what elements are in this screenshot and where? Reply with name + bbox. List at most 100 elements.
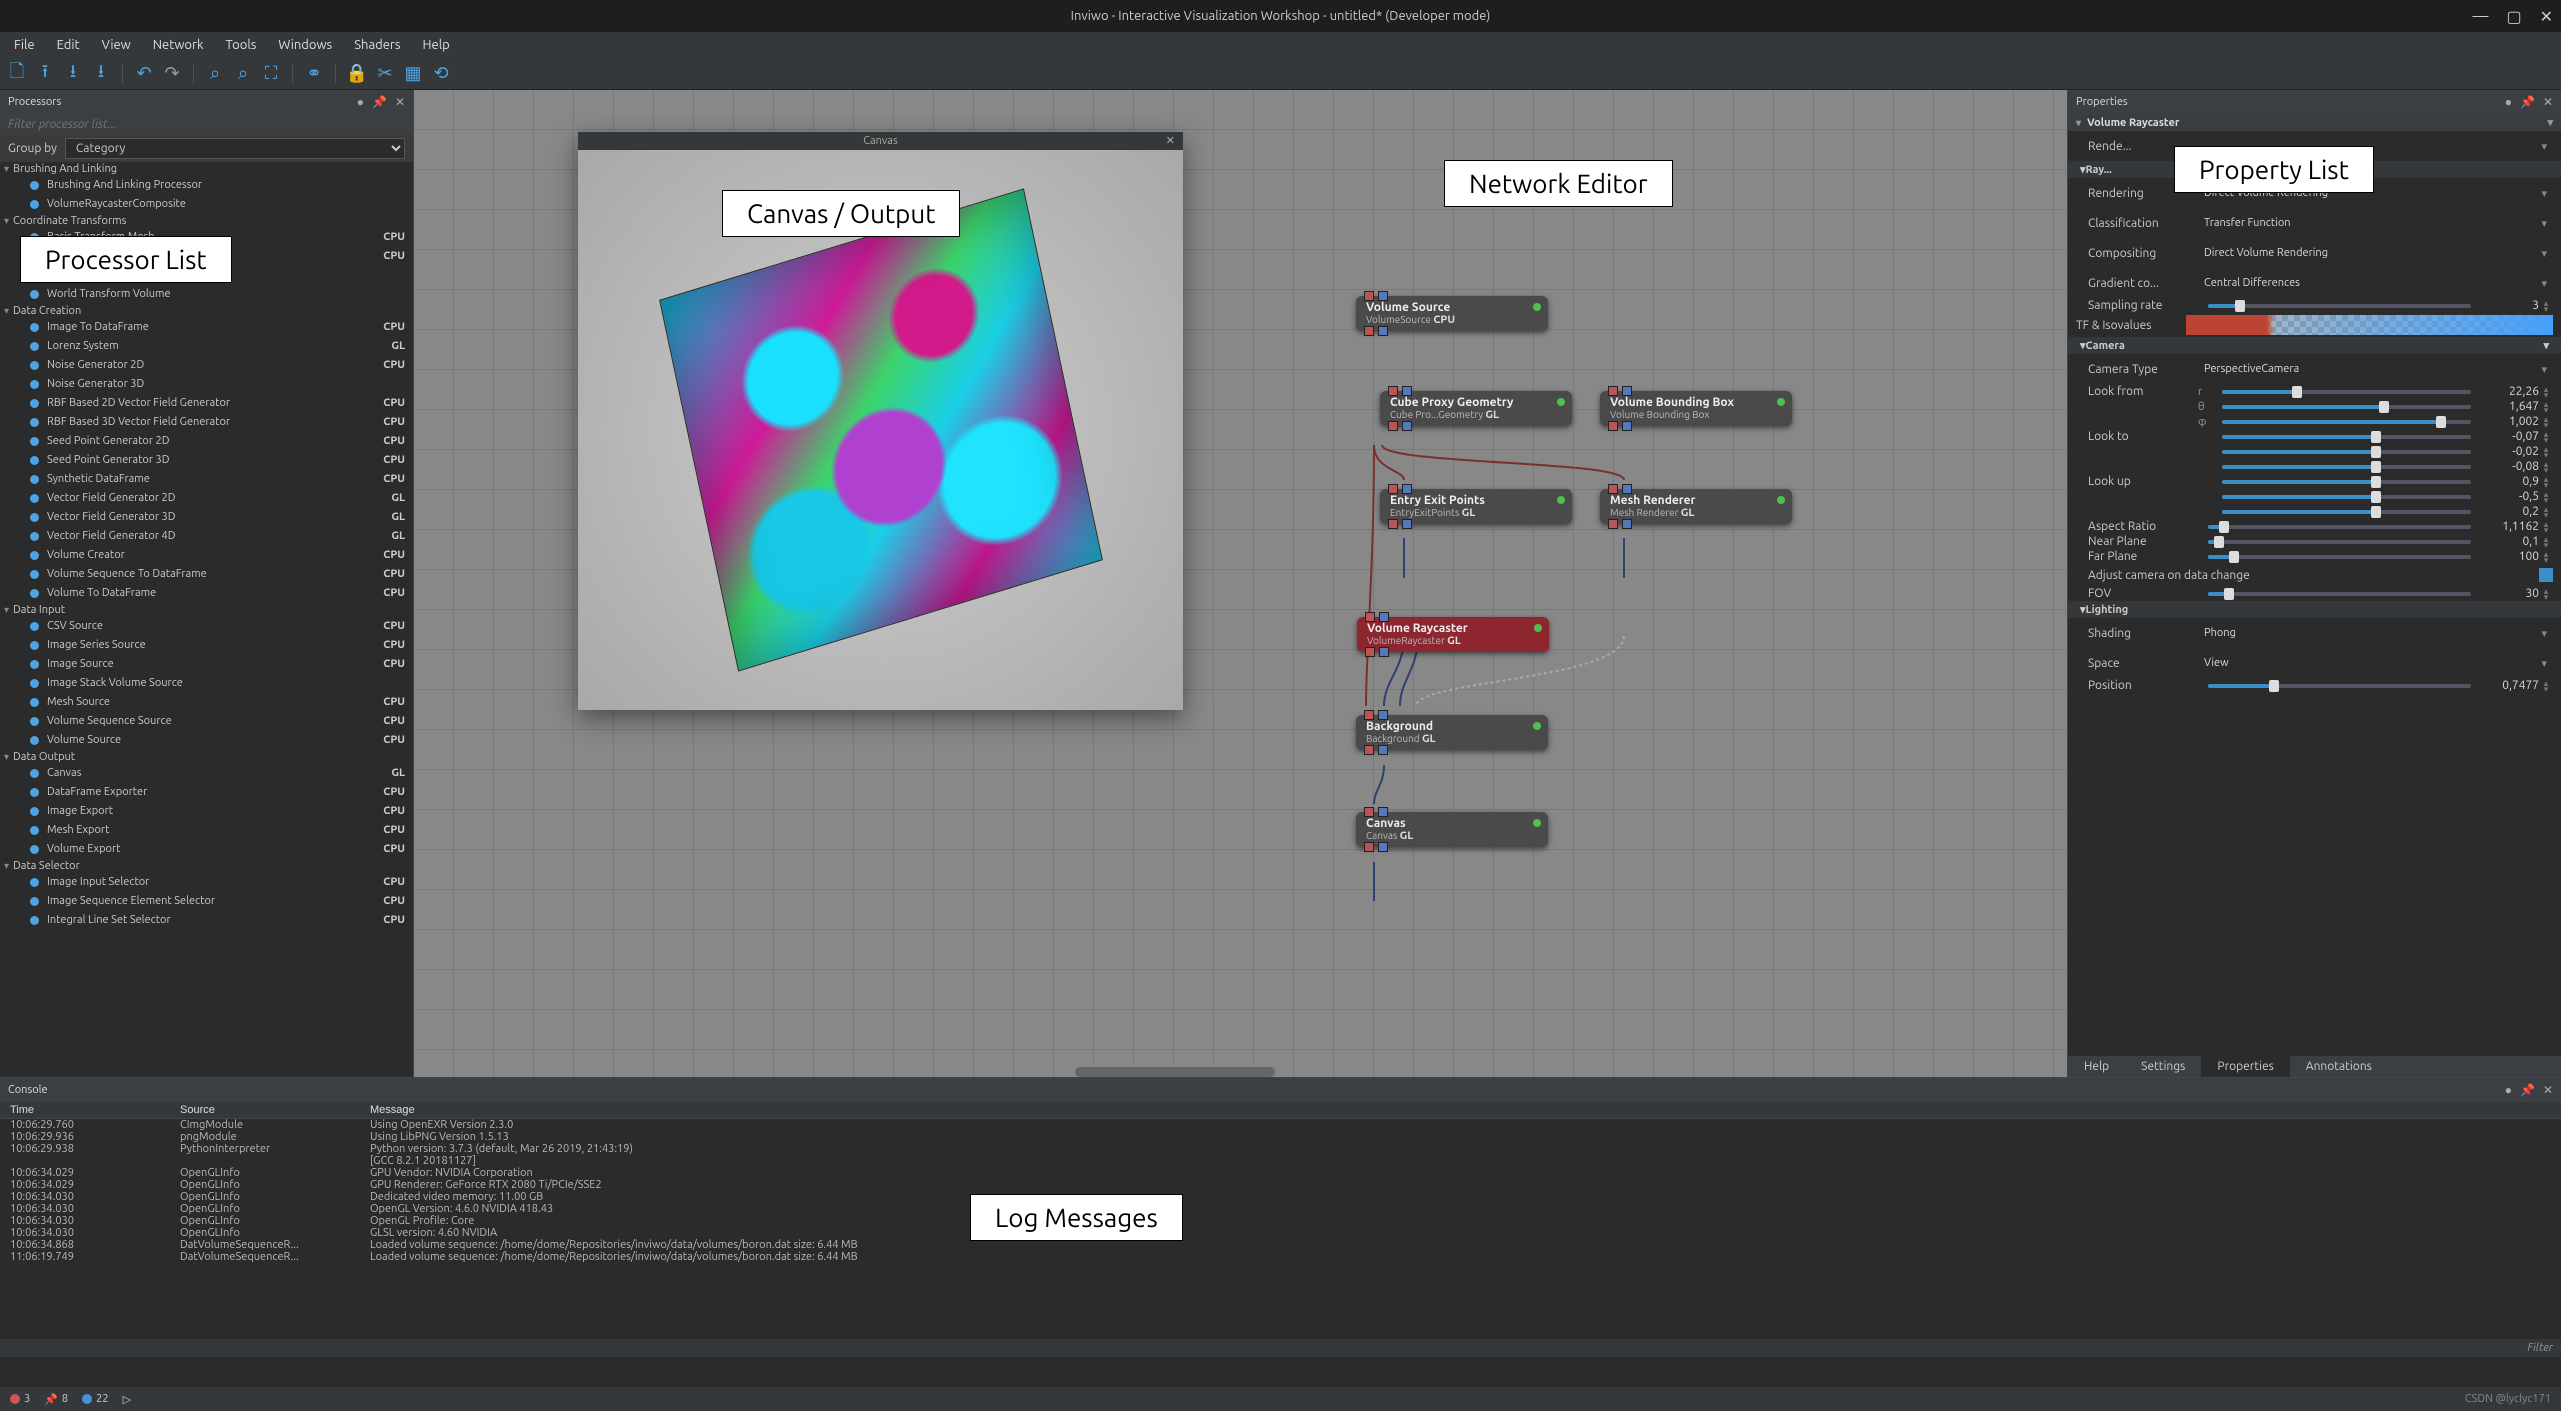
processor-item[interactable]: Volume Sequence To DataFrameCPU <box>0 565 413 584</box>
save-icon[interactable]: ⭳ <box>62 63 84 85</box>
processor-item[interactable]: Image To DataFrameCPU <box>0 318 413 337</box>
slider[interactable] <box>2222 420 2471 424</box>
tree-group[interactable]: ▾Data Output <box>0 750 413 764</box>
record-icon[interactable]: ● <box>2505 95 2512 109</box>
close-icon[interactable]: ✕ <box>2540 7 2553 26</box>
menu-edit[interactable]: Edit <box>47 35 90 55</box>
menu-file[interactable]: File <box>4 35 45 55</box>
camera-type-combo[interactable]: PerspectiveCamera▾ <box>2198 360 2553 379</box>
aspect-slider[interactable] <box>2208 525 2471 529</box>
processor-item[interactable]: Image Sequence Element SelectorCPU <box>0 892 413 911</box>
processor-filter-input[interactable] <box>0 114 413 135</box>
tab-annotations[interactable]: Annotations <box>2290 1056 2388 1077</box>
camera-section[interactable]: ▾Camera▾ <box>2068 337 2561 354</box>
shading-combo[interactable]: Phong▾ <box>2198 624 2553 643</box>
slider[interactable] <box>2222 450 2471 454</box>
processor-item[interactable]: Volume SourceCPU <box>0 731 413 750</box>
far-slider[interactable] <box>2208 555 2471 559</box>
network-editor[interactable]: Canvas ✕ Canvas / Output Network Editor <box>414 90 2067 1077</box>
close-panel-icon[interactable]: ✕ <box>2543 95 2553 109</box>
slider[interactable] <box>2222 465 2471 469</box>
maximize-icon[interactable]: ▢ <box>2506 7 2521 26</box>
lighting-section[interactable]: ▾Lighting <box>2068 601 2561 618</box>
open-icon[interactable]: ⭱ <box>34 63 56 85</box>
processor-item[interactable]: Brushing And Linking Processor <box>0 176 413 195</box>
log-row[interactable]: 10:06:34.029OpenGLInfoGPU Renderer: GeFo… <box>0 1179 2561 1191</box>
tree-group[interactable]: ▾Coordinate Transforms <box>0 214 413 228</box>
sampling-slider[interactable] <box>2208 304 2471 308</box>
tab-help[interactable]: Help <box>2068 1056 2125 1077</box>
tf-isovalues-swatch[interactable] <box>2186 315 2553 335</box>
processor-item[interactable]: Vector Field Generator 3DGL <box>0 508 413 527</box>
close-panel-icon[interactable]: ✕ <box>2543 1083 2553 1097</box>
new-icon[interactable]: 🗋 <box>6 63 28 85</box>
menu-view[interactable]: View <box>92 35 141 55</box>
col-source[interactable]: Source <box>170 1102 360 1119</box>
node-eep[interactable]: Entry Exit PointsEntryExitPoints GL <box>1380 489 1572 524</box>
pin-icon[interactable]: 📌 <box>372 95 387 109</box>
node-cv[interactable]: CanvasCanvas GL <box>1356 812 1548 847</box>
zoom-in-icon[interactable]: ⌕ <box>204 63 226 85</box>
tab-properties[interactable]: Properties <box>2201 1056 2289 1077</box>
gradient-combo[interactable]: Central Differences▾ <box>2198 274 2553 293</box>
reset-icon[interactable]: ⟲ <box>430 63 452 85</box>
redo-icon[interactable]: ↷ <box>161 63 183 85</box>
slider[interactable] <box>2222 435 2471 439</box>
processor-item[interactable]: CanvasGL <box>0 764 413 783</box>
near-slider[interactable] <box>2208 540 2471 544</box>
link-icon[interactable]: ⚭ <box>303 63 325 85</box>
processor-item[interactable]: DataFrame ExporterCPU <box>0 783 413 802</box>
processor-item[interactable]: RBF Based 3D Vector Field GeneratorCPU <box>0 413 413 432</box>
tree-group[interactable]: ▾Data Selector <box>0 859 413 873</box>
minimize-icon[interactable]: — <box>2473 7 2489 25</box>
processor-item[interactable]: Volume To DataFrameCPU <box>0 584 413 603</box>
zoom-out-icon[interactable]: ⌕ <box>232 63 254 85</box>
node-bg[interactable]: BackgroundBackground GL <box>1356 715 1548 750</box>
tree-group[interactable]: ▾Data Input <box>0 603 413 617</box>
node-cpg[interactable]: Cube Proxy GeometryCube Pro...Geometry G… <box>1380 391 1572 426</box>
slider[interactable] <box>2222 405 2471 409</box>
pin-icon[interactable]: 📌 <box>2520 1083 2535 1097</box>
processor-item[interactable]: Noise Generator 3D <box>0 375 413 394</box>
log-row[interactable]: 10:06:34.030OpenGLInfoDedicated video me… <box>0 1191 2561 1203</box>
node-vrc[interactable]: Volume RaycasterVolumeRaycaster GL <box>1357 617 1549 652</box>
log-row[interactable]: 10:06:34.030OpenGLInfoOpenGL Profile: Co… <box>0 1215 2561 1227</box>
log-row[interactable]: 10:06:34.030OpenGLInfoGLSL version: 4.60… <box>0 1227 2561 1239</box>
record-icon[interactable]: ● <box>2505 1083 2512 1097</box>
position-slider[interactable] <box>2208 684 2471 688</box>
slider[interactable] <box>2222 480 2471 484</box>
space-combo[interactable]: View▾ <box>2198 654 2553 673</box>
processor-item[interactable]: Volume ExportCPU <box>0 840 413 859</box>
record-icon[interactable]: ● <box>357 95 364 109</box>
compositing-combo[interactable]: Direct Volume Rendering▾ <box>2198 244 2553 263</box>
slider[interactable] <box>2222 510 2471 514</box>
processor-item[interactable]: Mesh ExportCPU <box>0 821 413 840</box>
processor-tree[interactable]: ▾Brushing And LinkingBrushing And Linkin… <box>0 162 413 1077</box>
processor-item[interactable]: Synthetic DataFrameCPU <box>0 470 413 489</box>
lock-icon[interactable]: 🔒 <box>346 63 368 85</box>
tree-group[interactable]: ▾Data Creation <box>0 304 413 318</box>
menu-help[interactable]: Help <box>412 35 459 55</box>
processor-item[interactable]: VolumeRaycasterComposite <box>0 195 413 214</box>
log-row[interactable]: 10:06:34.868DatVolumeSequenceR...Loaded … <box>0 1239 2561 1251</box>
processor-item[interactable]: Lorenz SystemGL <box>0 337 413 356</box>
processor-item[interactable]: Image Stack Volume Source <box>0 674 413 693</box>
tab-settings[interactable]: Settings <box>2125 1056 2201 1077</box>
menu-shaders[interactable]: Shaders <box>344 35 410 55</box>
processor-item[interactable]: Vector Field Generator 4DGL <box>0 527 413 546</box>
processor-item[interactable]: Image Series SourceCPU <box>0 636 413 655</box>
zoom-fit-icon[interactable]: ⛶ <box>260 63 282 85</box>
col-time[interactable]: Time <box>0 1102 170 1119</box>
processor-item[interactable]: Volume CreatorCPU <box>0 546 413 565</box>
groupby-select[interactable]: Category <box>65 138 405 159</box>
pin-icon[interactable]: 📌 <box>2520 95 2535 109</box>
processor-item[interactable]: World Transform Volume <box>0 285 413 304</box>
menu-windows[interactable]: Windows <box>268 35 342 55</box>
log-row[interactable]: 10:06:29.760CImgModuleUsing OpenEXR Vers… <box>0 1119 2561 1131</box>
slider[interactable] <box>2222 495 2471 499</box>
save-as-icon[interactable]: ⭳ <box>90 63 112 85</box>
classification-combo[interactable]: Transfer Function▾ <box>2198 214 2553 233</box>
log-row[interactable]: 10:06:29.938PythonInterpreterPython vers… <box>0 1143 2561 1167</box>
processor-item[interactable]: Mesh SourceCPU <box>0 693 413 712</box>
col-message[interactable]: Message <box>360 1102 2561 1119</box>
